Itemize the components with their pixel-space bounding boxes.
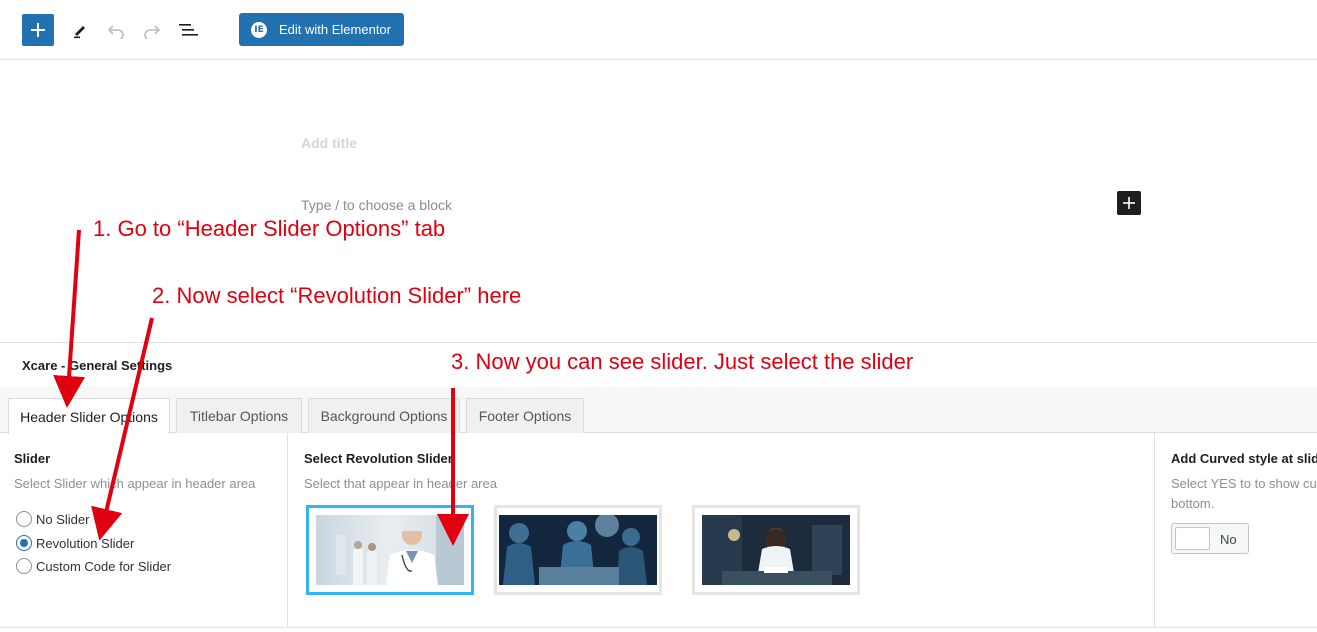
editor-toolbar: IE Edit with Elementor xyxy=(0,0,1317,60)
undo-button[interactable] xyxy=(102,16,130,44)
undo-icon xyxy=(107,25,124,39)
slider-thumbnail-doctor-writing[interactable] xyxy=(692,505,860,595)
column-divider xyxy=(1154,433,1155,628)
slider-field-label: Slider xyxy=(14,451,51,466)
revolution-field-description: Select that appear in header area xyxy=(304,476,497,491)
radio-label: No Slider xyxy=(36,511,90,527)
tab-footer-options[interactable]: Footer Options xyxy=(466,398,584,433)
metabox-title: Xcare - General Settings xyxy=(22,358,173,373)
tab-header-slider-options[interactable]: Header Slider Options xyxy=(8,398,170,434)
radio-button[interactable] xyxy=(16,535,32,551)
block-placeholder[interactable]: Type / to choose a block xyxy=(301,197,452,213)
slider-field-description: Select Slider which appear in header are… xyxy=(14,476,256,491)
column-divider xyxy=(287,433,288,628)
annotation-step-1: 1. Go to “Header Slider Options” tab xyxy=(93,216,446,241)
edit-with-elementor-button[interactable]: IE Edit with Elementor xyxy=(239,13,404,46)
curved-style-description-line1: Select YES to to show curved xyxy=(1171,476,1317,491)
radio-label: Custom Code for Slider xyxy=(36,558,172,574)
elementor-icon: IE xyxy=(251,21,267,38)
metabox-bottom-border xyxy=(0,627,1317,628)
radio-label: Revolution Slider xyxy=(36,535,135,551)
radio-button[interactable] xyxy=(16,511,32,527)
annotation-step-3: 3. Now you can see slider. Just select t… xyxy=(451,349,914,374)
tab-background-options[interactable]: Background Options xyxy=(308,398,460,433)
post-title-input[interactable]: Add title xyxy=(301,135,357,151)
radio-no-slider[interactable]: No Slider xyxy=(16,511,89,527)
curved-style-toggle[interactable]: No xyxy=(1171,523,1249,554)
slider-image-doctor-writing xyxy=(702,515,850,585)
radio-custom-code-slider[interactable]: Custom Code for Slider xyxy=(16,558,171,574)
pencil-icon xyxy=(74,26,85,39)
slider-image-surgery-team xyxy=(499,515,657,585)
document-overview-button[interactable] xyxy=(174,16,202,44)
radio-revolution-slider[interactable]: Revolution Slider xyxy=(16,535,134,551)
curved-style-description-line2: bottom. xyxy=(1171,496,1215,511)
tools-button[interactable] xyxy=(66,16,94,44)
slider-thumbnail-surgery-team[interactable] xyxy=(494,505,662,595)
edit-with-elementor-label: Edit with Elementor xyxy=(279,22,391,37)
redo-button[interactable] xyxy=(138,16,166,44)
tab-titlebar-options[interactable]: Titlebar Options xyxy=(176,398,302,433)
radio-button[interactable] xyxy=(16,558,32,574)
toggle-knob[interactable] xyxy=(1175,527,1210,550)
annotation-step-2: 2. Now select “Revolution Slider” here xyxy=(152,283,522,308)
inline-add-block-button[interactable] xyxy=(1117,191,1141,215)
toggle-label: No xyxy=(1220,532,1237,547)
slider-image-doctor-portrait xyxy=(316,515,464,585)
plus-icon xyxy=(31,23,45,37)
revolution-field-label: Select Revolution Slider xyxy=(304,451,453,466)
metabox-separator xyxy=(0,342,1317,343)
curved-style-field-label: Add Curved style at slider xyxy=(1171,451,1317,466)
plus-icon xyxy=(1123,197,1135,209)
redo-icon xyxy=(144,25,161,39)
add-block-button[interactable] xyxy=(22,14,54,46)
slider-thumbnail-doctor-portrait[interactable] xyxy=(306,505,474,595)
list-view-icon xyxy=(179,24,198,36)
